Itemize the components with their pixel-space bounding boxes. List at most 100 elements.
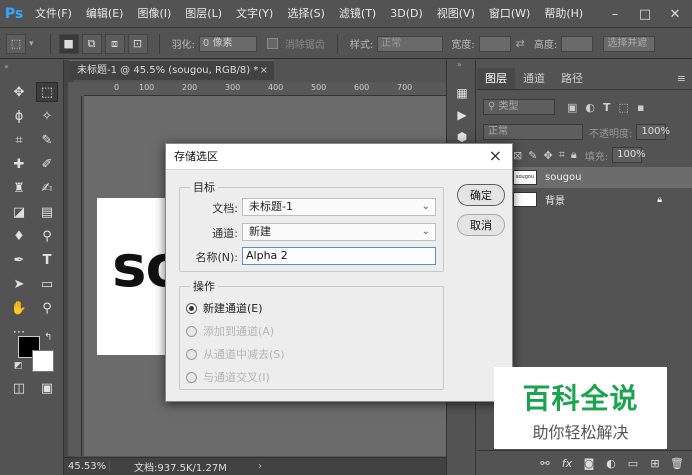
subtract-selection-icon[interactable]: ⧈ xyxy=(104,33,125,54)
tab-layers[interactable]: 图层 xyxy=(477,68,515,89)
new-group-icon[interactable]: ▭ xyxy=(622,457,644,470)
menu-image[interactable]: 图像(I) xyxy=(130,0,178,28)
shape-filter-icon[interactable]: ⬚ xyxy=(619,101,629,114)
radio-subtract-from-channel[interactable]: 从通道中减去(S) xyxy=(186,346,285,362)
layer-name: 背景 xyxy=(545,196,565,207)
gradient-tool-icon[interactable]: ▤ xyxy=(36,202,58,222)
default-colors-icon[interactable]: ◩ xyxy=(14,361,23,371)
marquee-preset-icon[interactable]: ⬚ xyxy=(6,33,26,54)
menu-type[interactable]: 文字(Y) xyxy=(229,0,280,28)
expand-icon[interactable]: » xyxy=(457,60,462,69)
opacity-input[interactable]: 100% xyxy=(636,124,670,140)
dodge-tool-icon[interactable]: ⚲ xyxy=(36,226,58,246)
new-layer-icon[interactable]: ⊞ xyxy=(644,457,666,470)
ok-button[interactable]: 确定 xyxy=(457,184,505,206)
blend-mode-select[interactable]: 正常 xyxy=(483,124,583,140)
marquee-tool-icon[interactable]: ⬚ xyxy=(36,82,58,102)
status-arrow-icon[interactable]: › xyxy=(258,461,262,472)
antialias-checkbox[interactable] xyxy=(266,38,278,49)
new-selection-icon[interactable]: ■ xyxy=(58,33,79,54)
history-icon[interactable]: ▦ xyxy=(453,84,471,102)
background-color-swatch[interactable] xyxy=(32,350,54,372)
adjustment-filter-icon[interactable]: ◐ xyxy=(585,101,595,114)
pen-tool-icon[interactable]: ✒ xyxy=(8,250,30,270)
channel-select-value: 新建 xyxy=(249,225,271,238)
menu-window[interactable]: 窗口(W) xyxy=(482,0,537,28)
feather-input[interactable]: 0 像素 xyxy=(198,35,257,52)
eyedropper-icon[interactable]: ✎ xyxy=(36,130,58,150)
healing-brush-icon[interactable]: ✚ xyxy=(8,154,30,174)
lock-all-icon[interactable]: 🔒︎ xyxy=(571,148,577,162)
cancel-button[interactable]: 取消 xyxy=(457,214,505,236)
document-select[interactable]: 未标题-1 ⌄ xyxy=(242,198,436,216)
tab-channels[interactable]: 通道 xyxy=(515,68,553,89)
adjustment-layer-icon[interactable]: ◐ xyxy=(600,457,622,470)
magic-wand-icon[interactable]: ✧ xyxy=(36,106,58,126)
link-layers-icon[interactable]: ⚯ xyxy=(534,457,556,470)
stamp-tool-icon[interactable]: ♜ xyxy=(8,178,30,198)
fill-input[interactable]: 100% xyxy=(612,147,646,163)
document-tab[interactable]: 未标题-1 @ 45.5% (sougou, RGB/8) * × xyxy=(69,60,274,80)
height-input[interactable] xyxy=(561,35,594,52)
lock-brush-icon[interactable]: ✎ xyxy=(528,149,537,162)
lock-pixels-icon[interactable]: ⊠ xyxy=(513,149,522,162)
brush-tool-icon[interactable]: ✐ xyxy=(36,154,58,174)
close-tab-icon[interactable]: × xyxy=(260,61,268,81)
menu-view[interactable]: 视图(V) xyxy=(430,0,482,28)
intersect-selection-icon[interactable]: ⊡ xyxy=(127,33,148,54)
tab-paths[interactable]: 路径 xyxy=(553,68,591,89)
type-tool-icon[interactable]: T xyxy=(36,250,58,270)
delete-layer-icon[interactable]: 🗑︎ xyxy=(666,457,688,470)
type-filter-icon[interactable]: T xyxy=(603,101,611,114)
menu-select[interactable]: 选择(S) xyxy=(280,0,332,28)
swap-icon[interactable]: ⇄ xyxy=(516,37,525,50)
minimize-icon[interactable]: – xyxy=(600,0,630,28)
radio-intersect-channel[interactable]: 与通道交叉(I) xyxy=(186,369,270,385)
collapse-icon[interactable]: « xyxy=(4,62,9,71)
channel-select[interactable]: 新建 ⌄ xyxy=(242,223,436,241)
select-mask-button[interactable]: 选择并遮 xyxy=(603,35,656,52)
image-filter-icon[interactable]: ▣ xyxy=(567,101,577,114)
play-icon[interactable]: ▶ xyxy=(453,106,471,124)
radio-new-channel[interactable]: 新建通道(E) xyxy=(186,300,263,316)
zoom-tool-icon[interactable]: ⚲ xyxy=(36,298,58,318)
add-selection-icon[interactable]: ⧉ xyxy=(81,33,102,54)
hand-tool-icon[interactable]: ✋ xyxy=(8,298,30,318)
add-mask-icon[interactable]: ◙ xyxy=(578,457,600,470)
panel-menu-icon[interactable]: ≡ xyxy=(677,68,692,89)
channel-name-input[interactable]: Alpha 2 xyxy=(242,247,436,265)
menu-3d[interactable]: 3D(D) xyxy=(383,0,430,28)
layer-thumbnail xyxy=(513,192,537,207)
smart-object-filter-icon[interactable]: ▪ xyxy=(637,101,644,114)
preset-chevron-icon[interactable]: ▾ xyxy=(29,39,34,49)
quick-mask-icon[interactable]: ◫ xyxy=(8,378,30,398)
width-input[interactable] xyxy=(478,35,511,52)
name-label: 名称(N): xyxy=(195,251,238,264)
radio-add-to-channel[interactable]: 添加到通道(A) xyxy=(186,323,274,339)
menu-filter[interactable]: 滤镜(T) xyxy=(332,0,383,28)
ruler-tick: 300 xyxy=(225,83,241,92)
path-select-icon[interactable]: ➤ xyxy=(8,274,30,294)
fx-icon[interactable]: fx xyxy=(556,457,578,470)
swap-colors-icon[interactable]: ↰ xyxy=(44,332,52,343)
crop-tool-icon[interactable]: ⌗ xyxy=(8,130,30,150)
screen-mode-icon[interactable]: ▣ xyxy=(36,378,58,398)
close-window-icon[interactable]: ✕ xyxy=(660,0,690,28)
menu-edit[interactable]: 编辑(E) xyxy=(79,0,131,28)
lasso-tool-icon[interactable]: ϕ xyxy=(8,106,30,126)
menu-file[interactable]: 文件(F) xyxy=(28,0,79,28)
history-brush-icon[interactable]: ✍ xyxy=(36,178,58,198)
eraser-tool-icon[interactable]: ◪ xyxy=(8,202,30,222)
maximize-icon[interactable]: □ xyxy=(630,0,660,28)
blur-tool-icon[interactable]: ♦ xyxy=(8,226,30,246)
move-tool-icon[interactable]: ✥ xyxy=(8,82,30,102)
menu-layer[interactable]: 图层(L) xyxy=(178,0,229,28)
menu-help[interactable]: 帮助(H) xyxy=(537,0,590,28)
filter-type-select[interactable]: ⚲ 类型 xyxy=(483,99,555,115)
rectangle-tool-icon[interactable]: ▭ xyxy=(36,274,58,294)
close-icon[interactable]: × xyxy=(489,146,502,165)
lock-position-icon[interactable]: ✥ xyxy=(543,149,552,162)
zoom-level[interactable]: 45.53% xyxy=(64,461,110,472)
style-select[interactable]: 正常 xyxy=(377,35,444,52)
lock-artboard-icon[interactable]: ⌗ xyxy=(559,148,565,162)
